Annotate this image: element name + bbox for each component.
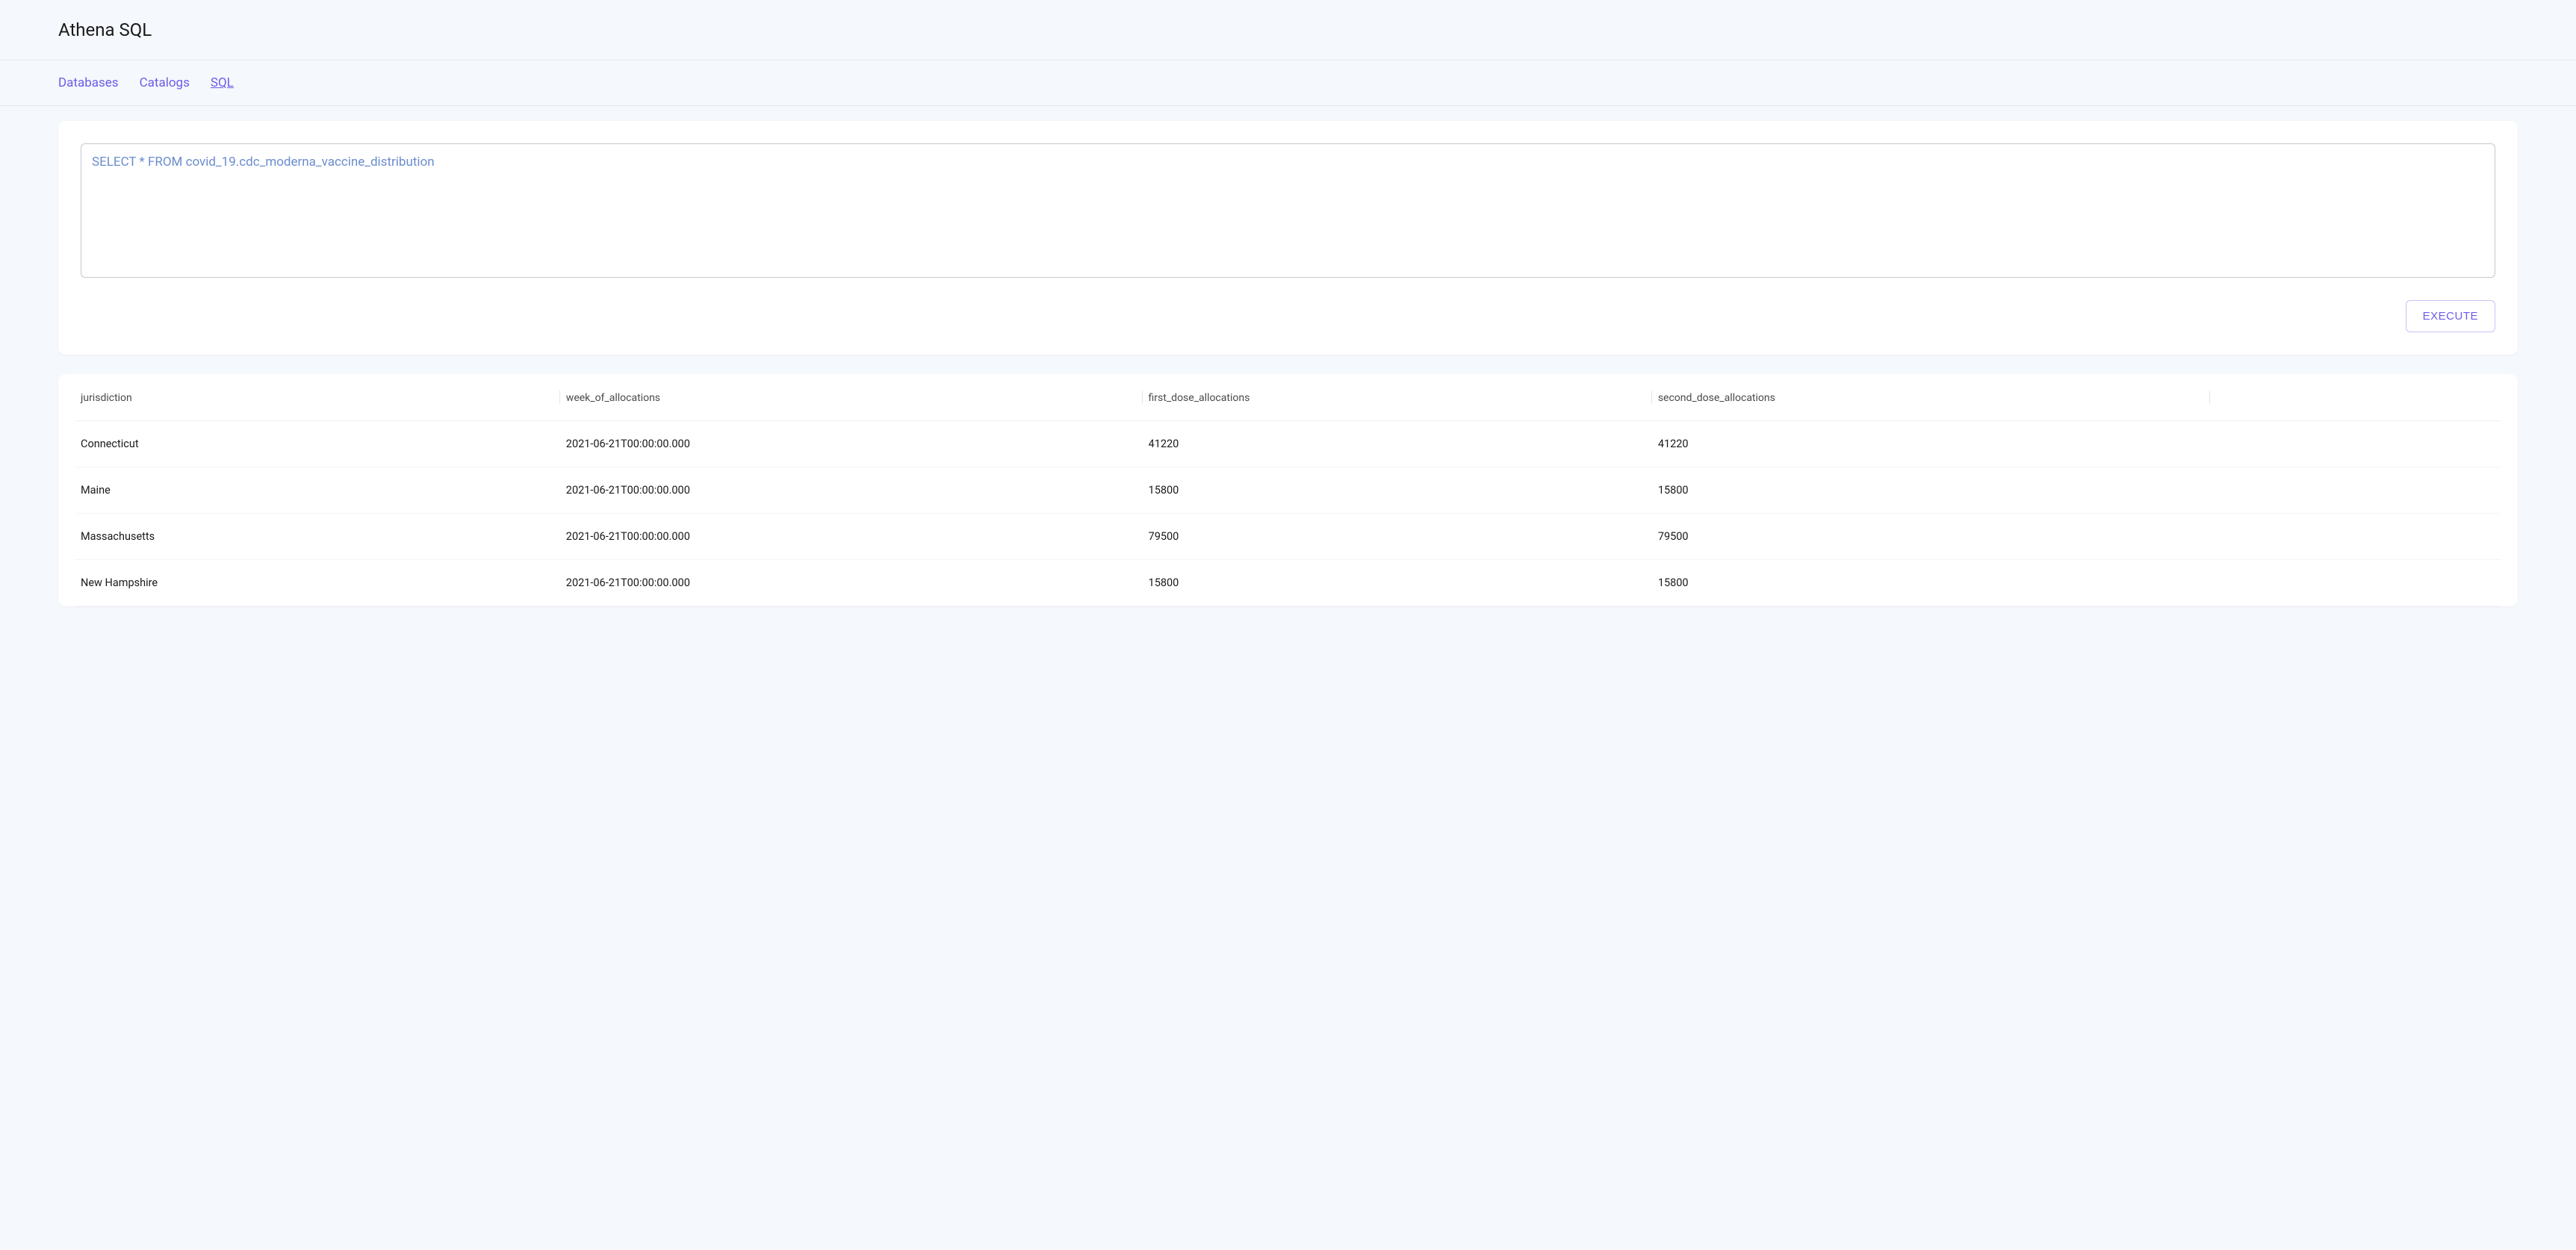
column-header-jurisdiction[interactable]: jurisdiction [75,374,560,421]
table-header-row: jurisdiction week_of_allocations first_d… [75,374,2501,421]
cell-extra [2210,514,2501,560]
cell-second-dose: 15800 [1652,467,2210,514]
sql-editor[interactable] [81,143,2495,278]
column-header-week-of-allocations[interactable]: week_of_allocations [560,374,1143,421]
cell-second-dose: 15800 [1652,560,2210,606]
cell-second-dose: 41220 [1652,421,2210,467]
execute-button[interactable]: EXECUTE [2406,300,2495,332]
nav-item-catalogs[interactable]: Catalogs [140,75,190,90]
cell-week: 2021-06-21T00:00:00.000 [560,467,1143,514]
cell-jurisdiction: Massachusetts [75,514,560,560]
nav-item-databases[interactable]: Databases [58,75,119,90]
cell-jurisdiction: New Hampshire [75,560,560,606]
column-header-second-dose-allocations[interactable]: second_dose_allocations [1652,374,2210,421]
table-row: Connecticut 2021-06-21T00:00:00.000 4122… [75,421,2501,467]
cell-jurisdiction: Connecticut [75,421,560,467]
cell-extra [2210,421,2501,467]
query-actions: EXECUTE [81,300,2495,332]
table-row: New Hampshire 2021-06-21T00:00:00.000 15… [75,560,2501,606]
cell-week: 2021-06-21T00:00:00.000 [560,560,1143,606]
nav-bar: Databases Catalogs SQL [0,60,2576,106]
table-row: Massachusetts 2021-06-21T00:00:00.000 79… [75,514,2501,560]
cell-second-dose: 79500 [1652,514,2210,560]
header: Athena SQL [0,0,2576,60]
content: EXECUTE jurisdiction week_of_allocations… [0,106,2576,621]
table-body: Connecticut 2021-06-21T00:00:00.000 4122… [75,421,2501,606]
cell-first-dose: 41220 [1143,421,1652,467]
results-card: jurisdiction week_of_allocations first_d… [58,374,2518,606]
cell-extra [2210,560,2501,606]
cell-first-dose: 15800 [1143,467,1652,514]
column-header-extra[interactable] [2210,374,2501,421]
table-row: Maine 2021-06-21T00:00:00.000 15800 1580… [75,467,2501,514]
cell-jurisdiction: Maine [75,467,560,514]
cell-first-dose: 79500 [1143,514,1652,560]
column-header-first-dose-allocations[interactable]: first_dose_allocations [1143,374,1652,421]
cell-week: 2021-06-21T00:00:00.000 [560,514,1143,560]
cell-first-dose: 15800 [1143,560,1652,606]
page-title: Athena SQL [58,19,2518,40]
nav-item-sql[interactable]: SQL [211,75,234,90]
query-card: EXECUTE [58,121,2518,355]
cell-extra [2210,467,2501,514]
cell-week: 2021-06-21T00:00:00.000 [560,421,1143,467]
results-table: jurisdiction week_of_allocations first_d… [75,374,2501,606]
